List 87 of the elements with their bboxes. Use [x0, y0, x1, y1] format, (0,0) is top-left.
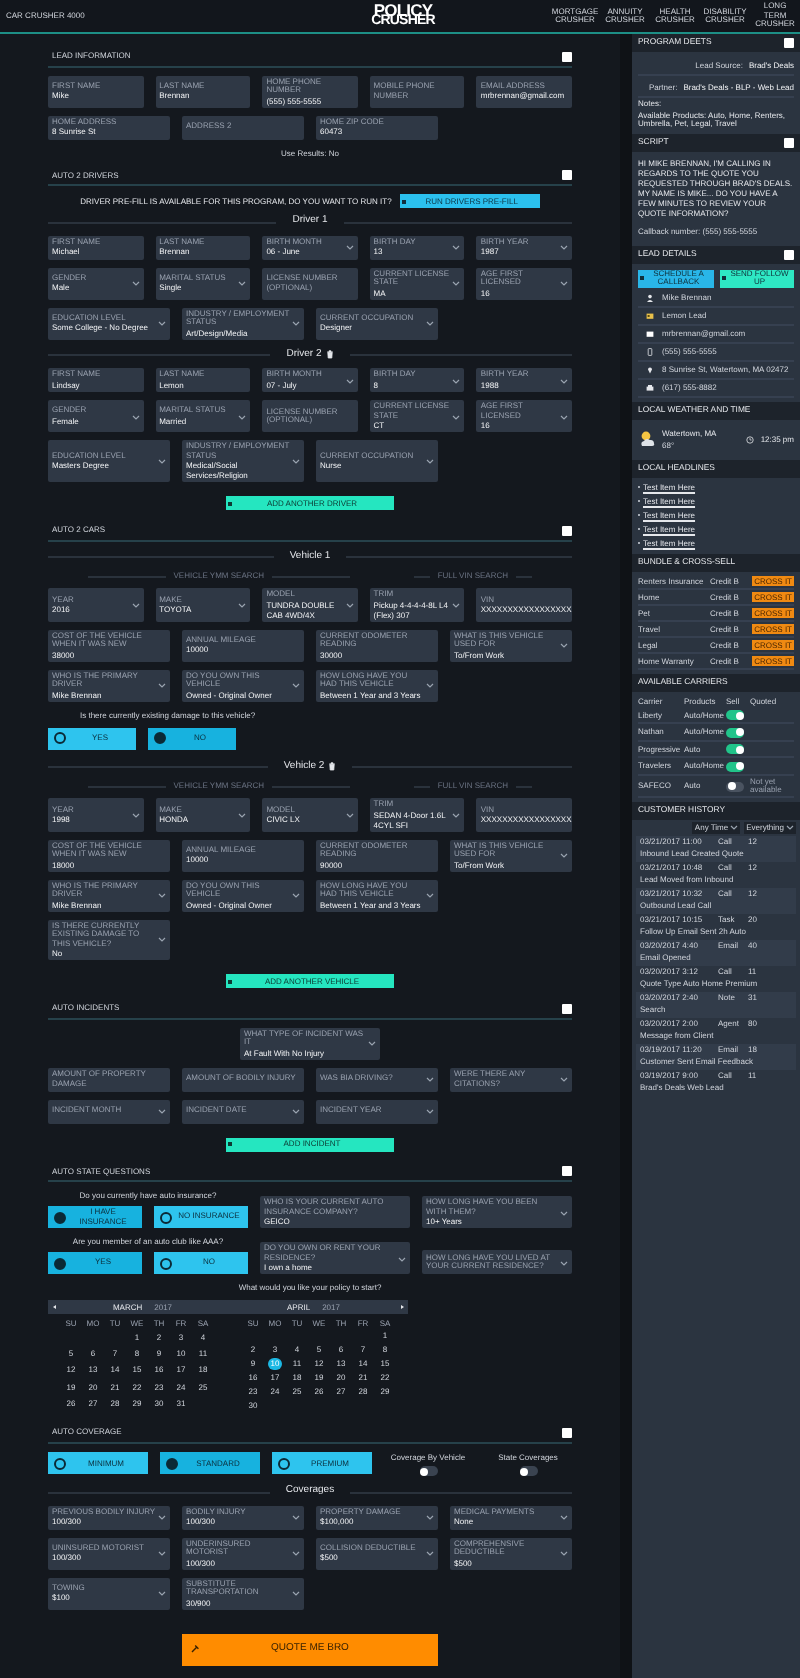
- printer-icon: [646, 384, 654, 392]
- chevron-down-icon: [452, 377, 461, 383]
- chevron-down-icon: [238, 811, 247, 818]
- person-icon: [646, 294, 654, 302]
- chevron-down-icon: [560, 1209, 568, 1215]
- checkbox[interactable]: [784, 38, 794, 48]
- chevron-down-icon: [559, 377, 568, 383]
- partly-cloudy-icon: [638, 430, 656, 448]
- chevron-down-icon: [158, 682, 166, 688]
- chevron-down-icon: [158, 458, 166, 464]
- chevron-down-icon: [131, 280, 140, 286]
- chevron-down-icon: [559, 413, 568, 419]
- chevron-down-icon: [345, 377, 354, 383]
- toggle-switch[interactable]: [519, 1466, 537, 1476]
- previous-month-icon[interactable]: [52, 1304, 57, 1310]
- chevron-down-icon: [452, 413, 461, 419]
- chevron-down-icon: [345, 244, 354, 250]
- toggle-switch[interactable]: [726, 710, 744, 721]
- checkbox[interactable]: [784, 249, 794, 259]
- toggle-switch[interactable]: [726, 727, 744, 738]
- chevron-down-icon: [238, 601, 247, 608]
- chevron-down-icon: [426, 458, 434, 464]
- toggle-switch[interactable]: [419, 1466, 437, 1476]
- hammer-icon: [190, 1644, 200, 1654]
- chevron-down-icon: [560, 852, 568, 858]
- chevron-down-icon: [559, 244, 568, 250]
- chevron-down-icon: [292, 320, 300, 326]
- chevron-down-icon: [560, 1514, 568, 1520]
- chevron-down-icon: [398, 1255, 406, 1261]
- chevron-down-icon: [559, 280, 568, 286]
- chevron-down-icon: [560, 1076, 568, 1082]
- trash-icon[interactable]: [328, 762, 337, 771]
- chevron-down-icon: [345, 601, 354, 608]
- checkbox[interactable]: [562, 51, 572, 61]
- envelope-icon: [646, 330, 654, 338]
- chevron-down-icon: [158, 936, 166, 943]
- toggle-switch[interactable]: [726, 761, 744, 772]
- chevron-down-icon: [292, 1590, 300, 1596]
- checkbox[interactable]: [562, 1166, 572, 1176]
- chevron-down-icon: [426, 1076, 434, 1082]
- toggle-switch[interactable]: [726, 781, 744, 791]
- chevron-down-icon: [452, 601, 461, 608]
- chevron-down-icon: [158, 892, 166, 898]
- trash-icon[interactable]: [325, 350, 334, 359]
- chevron-down-icon: [131, 601, 140, 608]
- next-month-icon[interactable]: [399, 1304, 404, 1310]
- chevron-down-icon: [368, 1040, 376, 1046]
- chevron-down-icon: [452, 280, 461, 286]
- toggle-switch[interactable]: [726, 744, 744, 755]
- clock-icon: [746, 435, 755, 443]
- checkbox[interactable]: [562, 1427, 572, 1437]
- chevron-down-icon: [560, 1550, 568, 1556]
- chevron-down-icon: [131, 811, 140, 818]
- chevron-down-icon: [238, 413, 247, 419]
- chevron-down-icon: [730, 824, 739, 830]
- chevron-down-icon: [131, 413, 140, 419]
- chevron-down-icon: [292, 1550, 300, 1556]
- chevron-down-icon: [292, 892, 300, 898]
- chevron-down-icon: [158, 1590, 166, 1596]
- checkbox[interactable]: [562, 525, 572, 535]
- chevron-down-icon: [426, 1108, 434, 1114]
- chevron-down-icon: [560, 642, 568, 648]
- checkbox[interactable]: [562, 1003, 572, 1013]
- chevron-down-icon: [426, 320, 434, 326]
- chevron-down-icon: [292, 682, 300, 688]
- chevron-down-icon: [292, 1108, 300, 1114]
- chevron-down-icon: [158, 1108, 166, 1114]
- chevron-down-icon: [426, 682, 434, 688]
- chevron-down-icon: [426, 1514, 434, 1520]
- chevron-down-icon: [158, 1514, 166, 1520]
- chevron-down-icon: [158, 320, 166, 326]
- checkbox[interactable]: [784, 137, 794, 147]
- chevron-down-icon: [238, 280, 247, 286]
- chevron-down-icon: [452, 811, 461, 818]
- chevron-down-icon: [426, 1550, 434, 1556]
- map-pin-icon: [646, 366, 654, 374]
- chevron-down-icon: [292, 1514, 300, 1520]
- chevron-down-icon: [426, 892, 434, 898]
- id-card-icon: [646, 312, 654, 320]
- chevron-down-icon: [452, 244, 461, 250]
- chevron-down-icon: [786, 824, 794, 830]
- checkbox[interactable]: [562, 170, 572, 180]
- phone-icon: [646, 348, 654, 356]
- chevron-down-icon: [560, 1259, 568, 1265]
- chevron-down-icon: [292, 458, 300, 464]
- chevron-down-icon: [158, 1550, 166, 1556]
- chevron-down-icon: [345, 811, 354, 818]
